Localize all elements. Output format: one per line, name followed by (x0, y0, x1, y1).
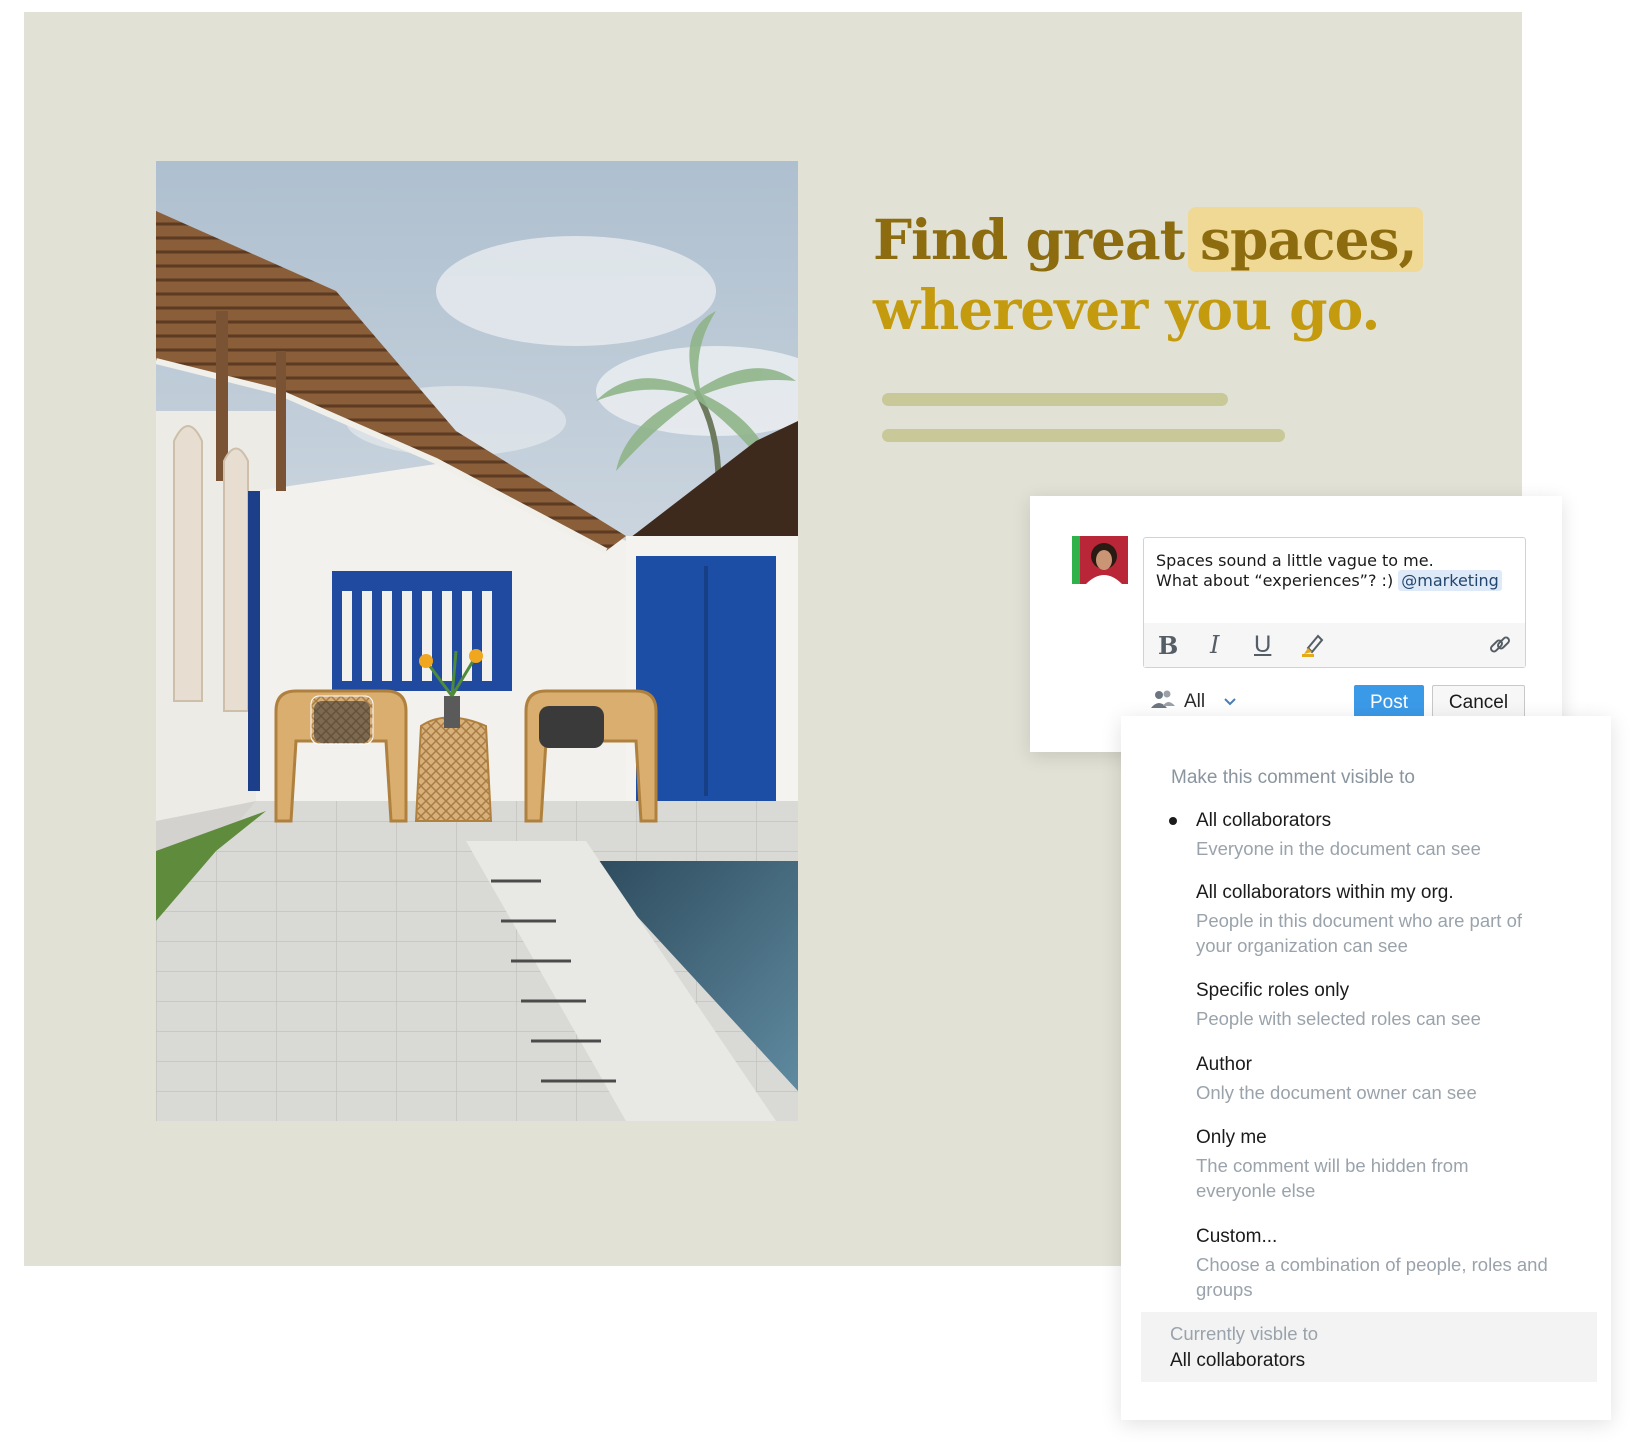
italic-icon[interactable]: I (1210, 631, 1219, 659)
option-custom[interactable]: Custom... Choose a combination of people… (1196, 1224, 1551, 1302)
option-all-collaborators[interactable]: All collaborators Everyone in the docume… (1169, 808, 1576, 861)
current-visibility: Currently visble to All collaborators (1141, 1312, 1597, 1382)
selected-bullet (1169, 817, 1177, 825)
visibility-selector[interactable]: All (1150, 688, 1237, 716)
villa-photo (156, 161, 798, 1121)
option-author[interactable]: Author Only the document owner can see (1196, 1052, 1576, 1105)
chevron-down-icon (1223, 691, 1237, 713)
highlighter-icon[interactable] (1300, 632, 1326, 665)
placeholder-text-line (882, 429, 1285, 442)
dropdown-heading: Make this comment visible to (1171, 767, 1415, 788)
headline-highlight[interactable]: spaces, (1188, 207, 1423, 272)
underline-icon[interactable]: U (1254, 631, 1271, 659)
mention-tag[interactable]: @marketing (1398, 570, 1502, 591)
option-collaborators-within-org[interactable]: All collaborators within my org. People … (1196, 880, 1556, 958)
group-icon (1150, 689, 1176, 715)
avatar (1072, 536, 1128, 584)
bold-icon[interactable]: B (1158, 631, 1178, 660)
placeholder-text-line (882, 393, 1228, 406)
option-only-me[interactable]: Only me The comment will be hidden from … (1196, 1125, 1506, 1203)
headline-line-1: Find great spaces, (873, 205, 1423, 275)
headline: Find great spaces, wherever you go. (873, 205, 1423, 345)
format-toolbar: B I U (1144, 623, 1525, 667)
comment-card: Spaces sound a little vague to me. What … (1030, 496, 1562, 752)
comment-text[interactable]: Spaces sound a little vague to me. What … (1156, 551, 1502, 591)
headline-line-2: wherever you go. (873, 277, 1380, 342)
option-specific-roles[interactable]: Specific roles only People with selected… (1196, 978, 1576, 1031)
comment-editor[interactable]: Spaces sound a little vague to me. What … (1143, 537, 1526, 668)
visibility-value: All (1184, 691, 1206, 712)
link-icon[interactable] (1487, 632, 1513, 665)
visibility-dropdown: Make this comment visible to All collabo… (1121, 716, 1611, 1420)
